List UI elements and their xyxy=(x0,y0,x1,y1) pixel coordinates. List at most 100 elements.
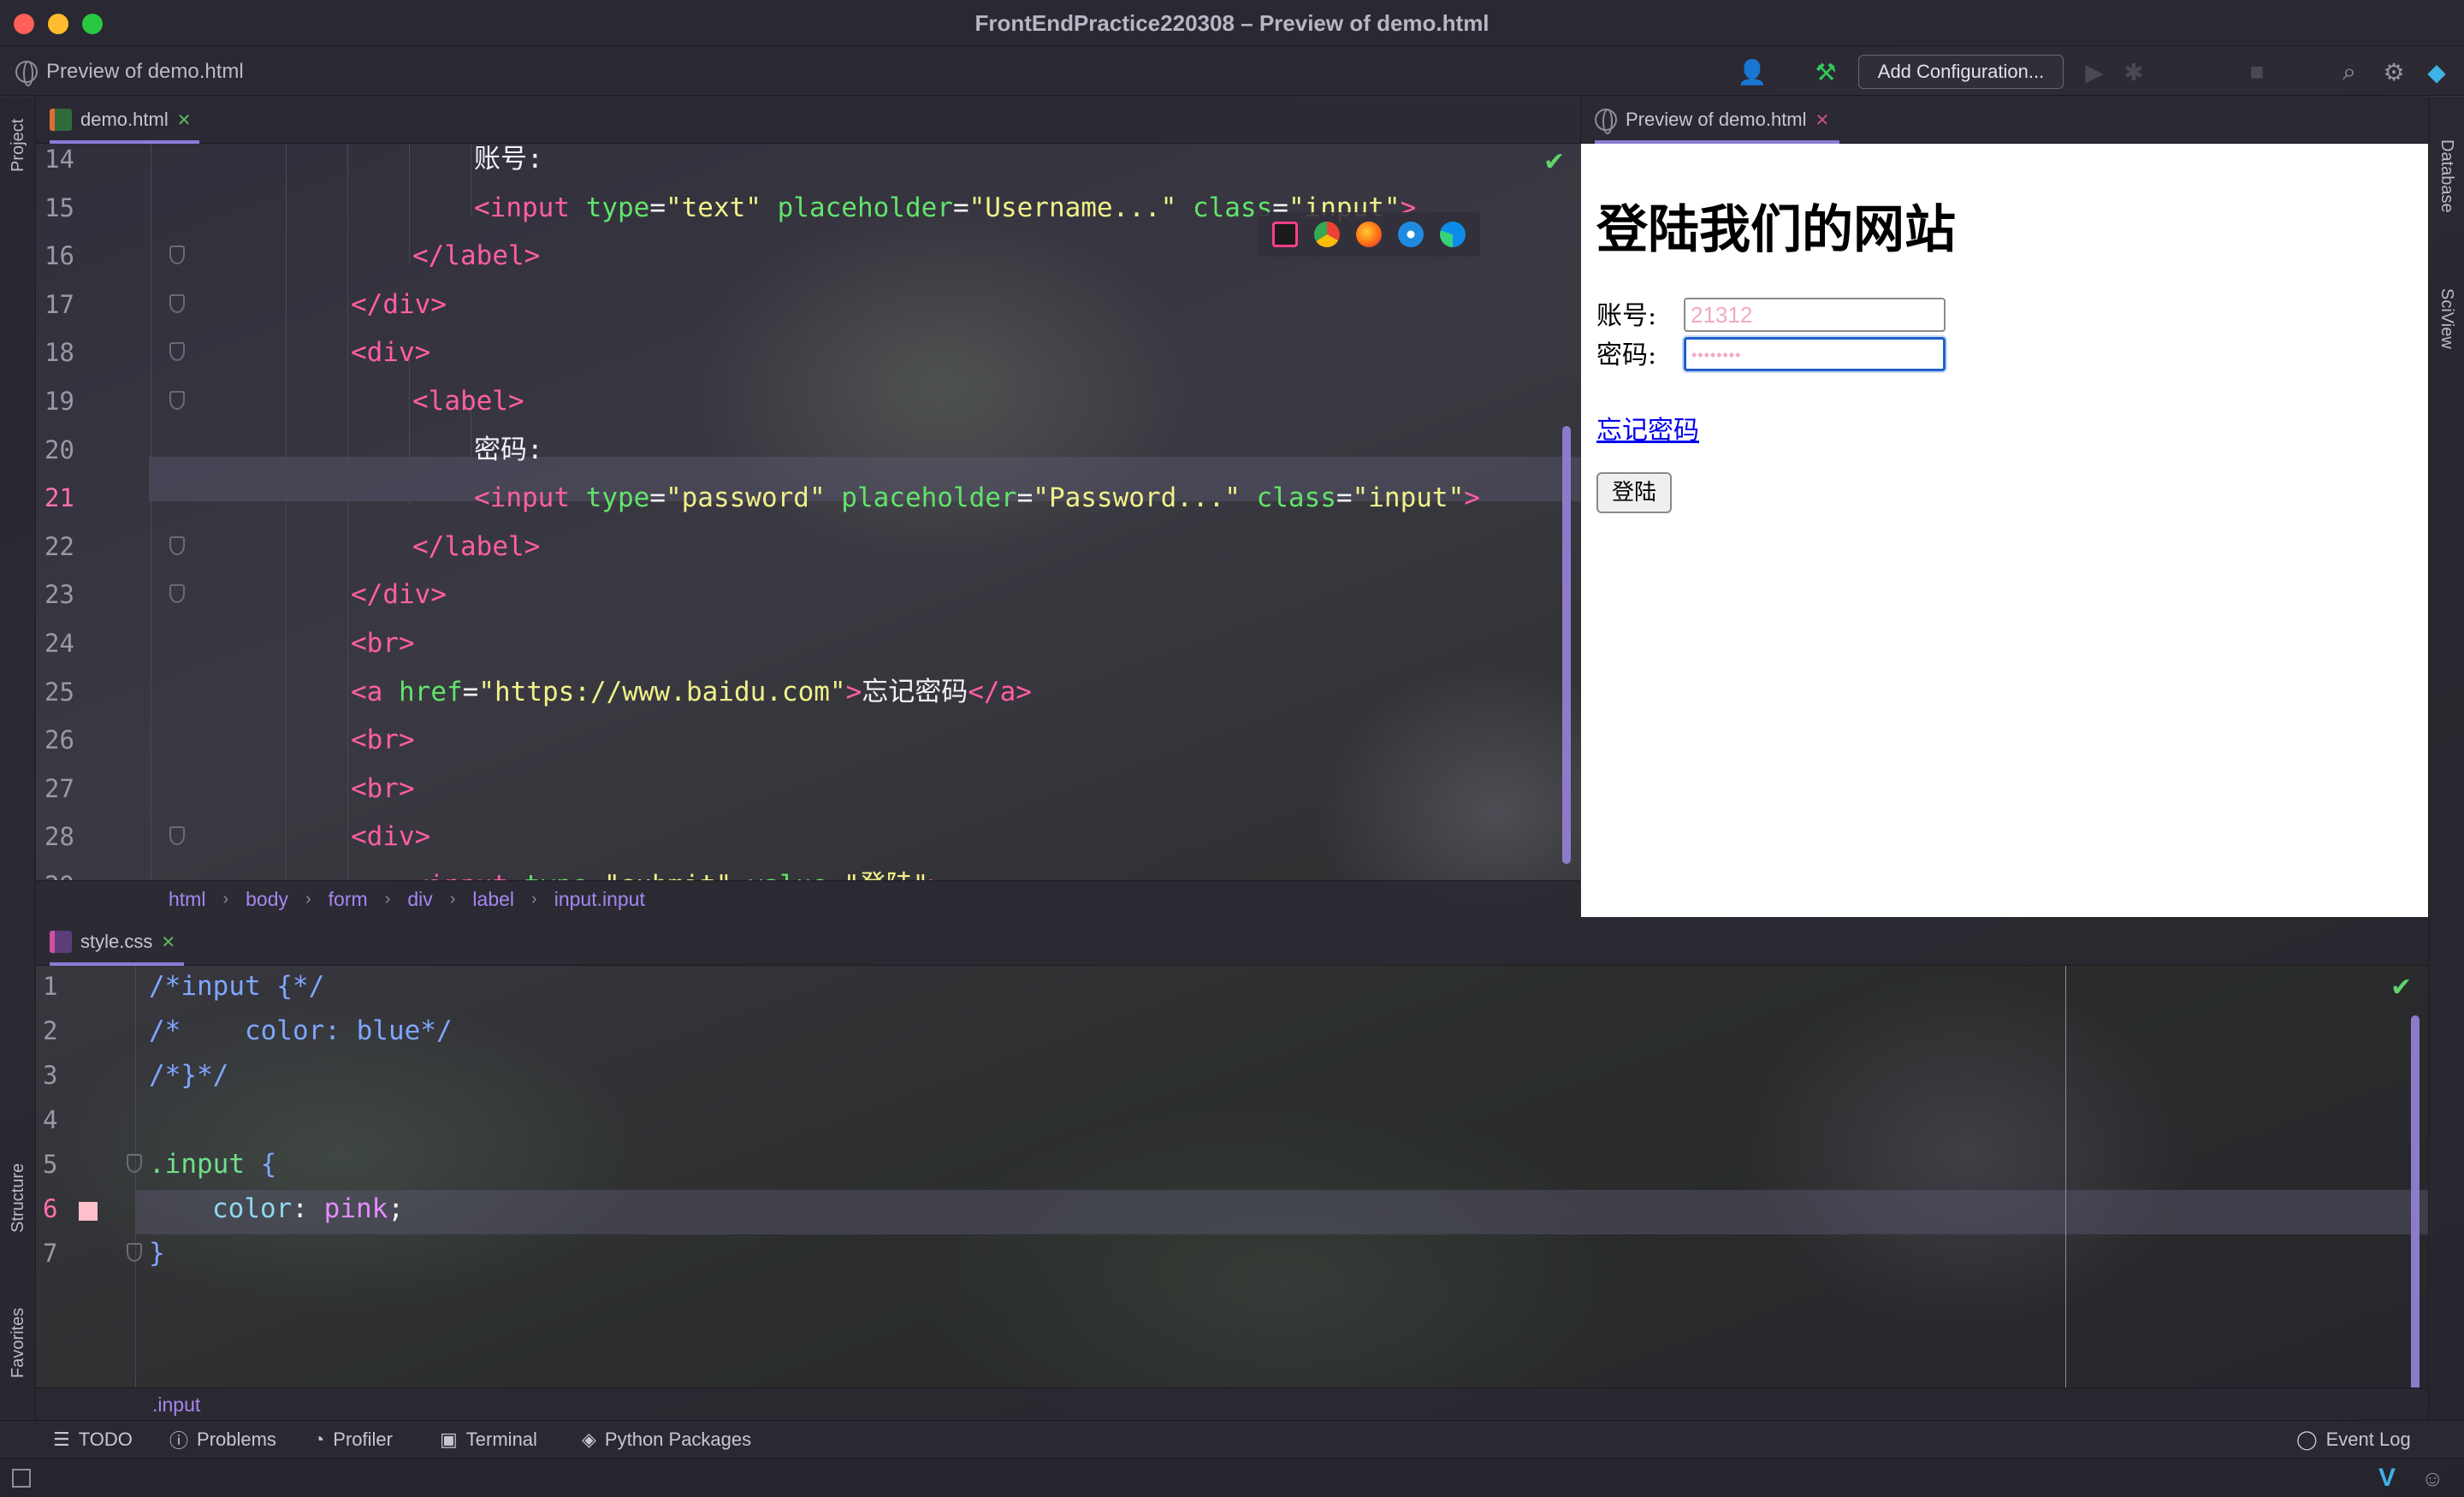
fold-marker-icon[interactable] xyxy=(169,293,185,313)
sciview-tool-tab[interactable]: SciView xyxy=(2437,288,2456,349)
user-icon[interactable]: 👤 xyxy=(1737,56,1768,87)
account-label: 账号: xyxy=(1596,301,1657,331)
no-problems-check-icon: ✔ xyxy=(2390,973,2413,1002)
line-number[interactable]: 19 xyxy=(44,379,74,423)
tab-preview[interactable]: Preview of demo.html ✕ xyxy=(1595,96,1840,144)
add-configuration-button[interactable]: Add Configuration... xyxy=(1858,55,2064,89)
firefox-icon[interactable] xyxy=(1355,222,1382,247)
editor-scrollbar[interactable] xyxy=(2411,1015,2420,1388)
line-number[interactable]: 27 xyxy=(44,766,74,811)
breadcrumb-item[interactable]: input.input xyxy=(554,888,645,911)
layout-icon[interactable] xyxy=(12,1469,31,1488)
fold-marker-icon[interactable] xyxy=(169,391,185,410)
profiler-tool-button[interactable]: ◔ Profiler xyxy=(313,1427,393,1453)
code-line: /* color: blue*/ xyxy=(149,1009,453,1053)
close-tab-icon[interactable]: ✕ xyxy=(1815,109,1830,131)
code-token: <div> xyxy=(351,821,431,853)
fold-marker-icon[interactable] xyxy=(169,535,185,555)
build-hammer-icon[interactable]: ⚒ xyxy=(1810,56,1841,87)
chrome-icon[interactable] xyxy=(1314,222,1341,247)
close-tab-icon[interactable]: ✕ xyxy=(177,109,192,131)
safari-icon[interactable] xyxy=(1397,222,1424,247)
line-number[interactable]: 29 xyxy=(44,863,74,880)
code-token: 密码: xyxy=(474,434,543,465)
color-swatch[interactable] xyxy=(79,1202,98,1221)
code-line: .input { xyxy=(149,1142,276,1186)
password-input[interactable]: •••••••• xyxy=(1684,337,1946,371)
top-editor-tabbar: demo.html ✕ xyxy=(36,96,1580,144)
fold-marker-icon[interactable] xyxy=(127,1243,142,1262)
line-number[interactable]: 1 xyxy=(43,966,57,1009)
code-token: </div> xyxy=(351,288,447,320)
nav-breadcrumb[interactable]: Preview of demo.html xyxy=(15,58,244,86)
code-token: = xyxy=(588,870,604,880)
editor-scrollbar[interactable] xyxy=(1562,426,1571,864)
event-log-tool-button[interactable]: ◯ Event Log xyxy=(2296,1427,2411,1453)
line-number[interactable]: 23 xyxy=(44,572,74,617)
gear-icon[interactable]: ⚙ xyxy=(2378,56,2409,87)
window-title: FrontEndPractice220308 – Preview of demo… xyxy=(974,10,1490,36)
ide-logo-icon[interactable]: ◆ xyxy=(2421,56,2452,87)
css-breadcrumb[interactable]: .input xyxy=(152,1393,200,1417)
breadcrumb-item[interactable]: form xyxy=(329,888,368,911)
line-number[interactable]: 5 xyxy=(43,1142,57,1186)
run-icon[interactable]: ▶ xyxy=(2079,56,2110,87)
line-number[interactable]: 24 xyxy=(44,621,74,666)
line-number[interactable]: 2 xyxy=(43,1009,57,1053)
code-line: <input type="password" placeholder="Pass… xyxy=(474,476,1480,520)
line-number[interactable]: 28 xyxy=(44,814,74,859)
database-tool-tab[interactable]: Database xyxy=(2437,139,2456,213)
todo-tool-button[interactable]: ☰ TODO xyxy=(53,1427,133,1453)
breadcrumb-item[interactable]: body xyxy=(246,888,288,911)
fold-marker-icon[interactable] xyxy=(169,246,185,265)
code-token: <a xyxy=(351,676,399,707)
line-number[interactable]: 26 xyxy=(44,718,74,762)
edge-icon[interactable] xyxy=(1439,222,1466,247)
tab-demo-html[interactable]: demo.html ✕ xyxy=(50,96,200,144)
line-number[interactable]: 15 xyxy=(44,186,74,230)
breadcrumb-item[interactable]: label xyxy=(472,888,514,911)
line-number[interactable]: 18 xyxy=(44,330,74,375)
structure-tool-tab[interactable]: Structure xyxy=(9,1163,28,1233)
terminal-tool-button[interactable]: ▣ Terminal xyxy=(440,1427,537,1453)
line-number[interactable]: 3 xyxy=(43,1053,57,1098)
search-icon[interactable]: ⌕ xyxy=(2334,56,2365,87)
favorites-tool-tab[interactable]: Favorites xyxy=(9,1308,28,1378)
code-line: 账号: xyxy=(474,144,543,181)
line-number[interactable]: 25 xyxy=(44,670,74,714)
line-number[interactable]: 21 xyxy=(44,476,74,520)
line-number[interactable]: 6 xyxy=(43,1186,57,1231)
python-packages-tool-button[interactable]: ◈ Python Packages xyxy=(582,1427,751,1453)
breadcrumb-item[interactable]: html xyxy=(169,888,205,911)
line-number[interactable]: 4 xyxy=(43,1098,57,1142)
html-preview: 登陆我们的网站 账号: 21312 密码: •••••••• 忘记密码 登陆 xyxy=(1581,144,2428,917)
account-input[interactable]: 21312 xyxy=(1684,298,1946,332)
code-token: "submit" xyxy=(604,870,732,880)
debug-icon[interactable]: ✱ xyxy=(2118,56,2149,87)
line-number[interactable]: 20 xyxy=(44,428,74,472)
line-number[interactable]: 17 xyxy=(44,282,74,327)
line-number[interactable]: 7 xyxy=(43,1231,57,1275)
close-tab-icon[interactable]: ✕ xyxy=(161,932,175,953)
terminal-label: Terminal xyxy=(465,1429,537,1450)
webstorm-icon[interactable] xyxy=(1272,222,1299,247)
line-number[interactable]: 16 xyxy=(44,234,74,278)
code-line: <a href="https://www.baidu.com">忘记密码</a> xyxy=(351,670,1032,714)
line-number[interactable]: 14 xyxy=(44,144,74,181)
stop-icon[interactable]: ■ xyxy=(2242,56,2272,87)
code-line: 密码: xyxy=(474,428,543,472)
fold-marker-icon[interactable] xyxy=(169,342,185,362)
fold-marker-icon[interactable] xyxy=(169,826,185,846)
fold-marker-icon[interactable] xyxy=(169,584,185,604)
notifications-icon[interactable]: ☺ xyxy=(2421,1465,2444,1492)
code-line: </label> xyxy=(412,234,540,278)
project-tool-tab[interactable]: Project xyxy=(9,119,28,172)
forgot-password-link[interactable]: 忘记密码 xyxy=(1596,409,1699,447)
css-editor[interactable]: 1 /*input {*/ 2 /* color: blue*/ 3 /*}*/ 4 5 .in… xyxy=(36,966,2428,1388)
login-submit-button[interactable]: 登陆 xyxy=(1596,472,1672,513)
line-number[interactable]: 22 xyxy=(44,524,74,569)
fold-marker-icon[interactable] xyxy=(127,1154,142,1173)
tab-style-css[interactable]: style.css ✕ xyxy=(50,918,185,966)
breadcrumb-item[interactable]: div xyxy=(407,888,432,911)
problems-tool-button[interactable]: ⓘ Problems xyxy=(169,1427,276,1453)
